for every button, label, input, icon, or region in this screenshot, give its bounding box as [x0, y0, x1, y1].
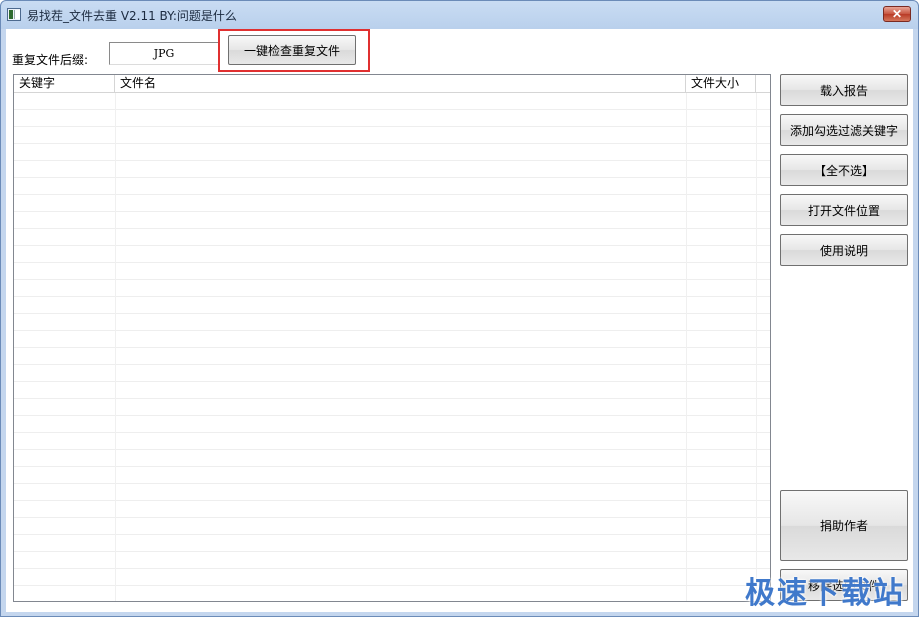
list-header: 关键字 文件名 文件大小 — [14, 75, 770, 93]
add-filter-keyword-button[interactable]: 添加勾选过滤关键字 — [780, 114, 908, 146]
column-divider — [686, 93, 687, 601]
open-file-location-button[interactable]: 打开文件位置 — [780, 194, 908, 226]
watermark-logo: 极速下载站 — [745, 576, 905, 611]
column-filesize[interactable]: 文件大小 — [686, 75, 756, 92]
donate-button[interactable]: 捐助作者 — [780, 490, 908, 561]
column-divider — [115, 93, 116, 601]
instructions-button[interactable]: 使用说明 — [780, 234, 908, 266]
suffix-label: 重复文件后缀: — [12, 53, 89, 67]
suffix-input[interactable] — [109, 42, 219, 65]
title-bar[interactable]: 易找茬_文件去重 V2.11 BY:问题是什么 ✕ — [1, 1, 918, 29]
column-filename[interactable]: 文件名 — [115, 75, 686, 92]
column-keyword[interactable]: 关键字 — [14, 75, 115, 92]
app-icon — [7, 8, 21, 21]
window-title: 易找茬_文件去重 V2.11 BY:问题是什么 — [27, 9, 237, 23]
check-duplicates-button[interactable]: 一键检查重复文件 — [228, 35, 356, 65]
app-window: 易找茬_文件去重 V2.11 BY:问题是什么 ✕ 重复文件后缀: 一键检查重复… — [0, 0, 919, 617]
list-rows — [14, 93, 770, 601]
close-button[interactable]: ✕ — [883, 6, 911, 22]
column-divider — [756, 93, 757, 601]
select-none-button[interactable]: 【全不选】 — [780, 154, 908, 186]
load-report-button[interactable]: 载入报告 — [780, 74, 908, 106]
file-list[interactable]: 关键字 文件名 文件大小 — [13, 74, 771, 602]
column-filler — [756, 75, 770, 92]
client-area: 重复文件后缀: 一键检查重复文件 关键字 文件名 文件大小 载入报告 添加勾选过… — [6, 29, 913, 612]
